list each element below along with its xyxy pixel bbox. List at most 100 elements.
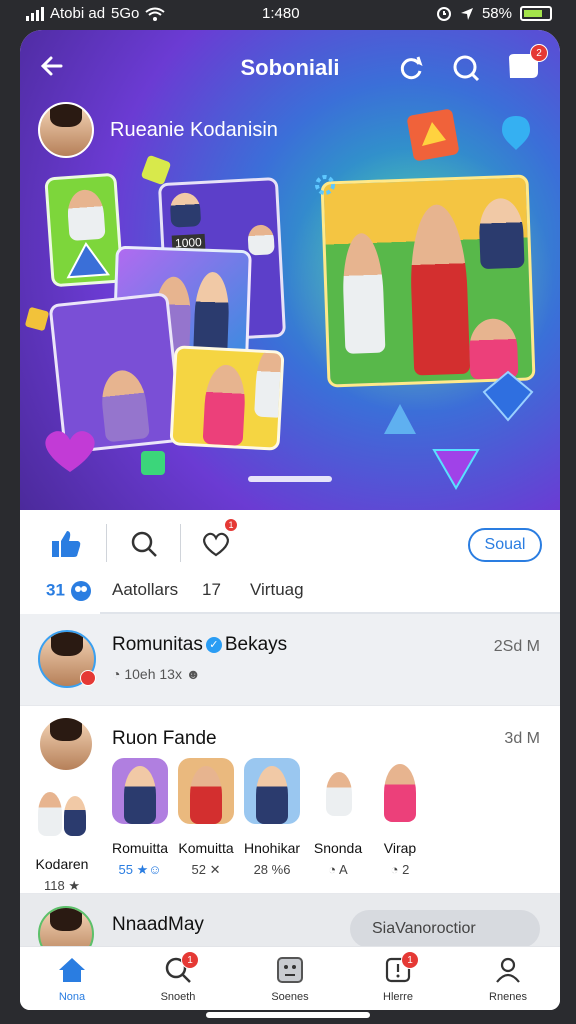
scenes-icon (275, 955, 305, 985)
avatar-badge-icon (80, 670, 96, 686)
prism-icon (432, 449, 480, 490)
story-stat: 55 ★☺ (118, 862, 162, 877)
nav-alerts-label: Hlerre (383, 991, 413, 1003)
story-person (256, 766, 289, 824)
story-thumb (178, 758, 234, 824)
back-button[interactable] (36, 50, 68, 82)
story-item[interactable]: Snonda ◔ A (310, 758, 366, 877)
action-pill-button[interactable]: SiaVanoroctior (350, 910, 540, 948)
app-title: Soboniali (240, 55, 340, 80)
carousel-indicator[interactable] (248, 476, 332, 482)
tab-count[interactable]: 31 (46, 580, 92, 602)
nav-profile-label: Rnenes (489, 991, 527, 1003)
collage-person (98, 368, 150, 443)
small-cube-icon (25, 307, 49, 331)
battery-icon (520, 6, 552, 21)
wifi-icon (145, 7, 166, 21)
story-stat: 52 ✕ (191, 862, 221, 877)
divider (106, 524, 107, 562)
battery-percent: 58% (481, 5, 512, 22)
story-stat-value: A (339, 862, 348, 877)
row-title-extra: Bekays (224, 634, 288, 655)
social-button[interactable]: Soual (468, 528, 542, 562)
story-stat-value: 52 (191, 862, 206, 877)
nav-search[interactable]: 1 Snoeth (138, 951, 218, 1003)
story-name: Komuitta (178, 840, 234, 856)
story-name: Kodaren (35, 856, 89, 872)
collage-person (247, 224, 275, 256)
collage-card-sports[interactable] (320, 174, 536, 388)
story-stat-value: 2 (402, 862, 410, 877)
story-item[interactable]: Komuitta 52 ✕ (178, 758, 234, 878)
search-icon: 1 (163, 951, 199, 985)
tab-aatollars[interactable]: Aatollars (112, 580, 178, 600)
nav-search-badge: 1 (181, 951, 199, 969)
clock-icon: ◔ (112, 666, 121, 682)
story-person (326, 772, 352, 816)
feed-row[interactable]: Romunitas ✓ Bekays ◔ 10eh 13x ☻ 2Sd M (20, 614, 560, 706)
cube-icon (407, 109, 459, 161)
like-button[interactable] (46, 524, 86, 564)
collage-card-yellow[interactable] (169, 345, 285, 451)
bottom-nav: Nona 1 Snoeth Soenes 1 Hlerre Rnenes (20, 946, 560, 1010)
location-icon (460, 7, 473, 20)
nav-alerts[interactable]: 1 Hlerre (358, 951, 438, 1003)
story-item[interactable]: Romuitta 55 ★☺ (112, 758, 168, 878)
home-indicator[interactable] (206, 1012, 370, 1018)
collage-card-green[interactable] (44, 172, 124, 288)
status-bar: Atobi ad 5Go 1:480 58% (0, 0, 576, 28)
refresh-icon (400, 56, 423, 80)
story-stat-value: 55 (118, 862, 133, 877)
gear-icon (315, 175, 335, 195)
story-name: Hnohikar (244, 840, 301, 856)
tab-virtuag[interactable]: Virtuag (250, 580, 304, 600)
pyramid-icon (384, 404, 416, 434)
clock: 1:480 (262, 5, 300, 22)
story-person (64, 796, 86, 836)
nav-profile[interactable]: Rnenes (468, 955, 548, 1003)
story-person (38, 792, 62, 836)
search-action-button[interactable] (124, 524, 164, 564)
row-subtitle: ◔ 10eh 13x ☻ (112, 666, 201, 682)
story-stat-value: 118 (43, 878, 65, 893)
row-avatar (38, 716, 94, 772)
nav-alerts-badge: 1 (401, 951, 419, 969)
nav-search-label: Snoeth (160, 991, 196, 1003)
triangle-icon (66, 242, 111, 279)
nav-scenes-label: Soenes (271, 991, 309, 1003)
story-item[interactable]: Hnohikar 28 %6 (244, 758, 300, 877)
heart-badge: 1 (224, 518, 238, 532)
collage-person (202, 363, 247, 446)
app-screen: Soboniali 2 Rueanie Kodanisin 1000 1 Sou… (20, 30, 560, 1010)
nav-scenes[interactable]: Soenes (250, 955, 330, 1003)
diamond-icon (482, 370, 534, 422)
tab-count-value: 31 (46, 580, 65, 600)
sparkle-icon (141, 155, 171, 185)
story-person (384, 764, 416, 822)
story-person (124, 766, 157, 824)
story-item[interactable]: Kodaren 118 ★ (34, 786, 90, 894)
collage-person (66, 188, 106, 242)
search-icon (453, 55, 480, 82)
refresh-button[interactable] (396, 52, 428, 84)
alarm-icon (436, 6, 451, 21)
story-thumb (310, 758, 366, 824)
shield-icon (502, 116, 530, 150)
nav-home[interactable]: Nona (32, 955, 112, 1003)
favorite-button[interactable]: 1 (196, 518, 238, 564)
status-left: Atobi ad 5Go (26, 5, 166, 22)
story-item[interactable]: Virap ◔ 2 (372, 758, 428, 877)
profile-name: Rueanie Kodanisin (110, 118, 278, 141)
story-name: Snonda (313, 840, 363, 856)
collage-person (254, 346, 285, 419)
hero-banner: Soboniali 2 Rueanie Kodanisin 1000 (20, 30, 560, 510)
profile-icon (493, 955, 523, 985)
alerts-icon: 1 (383, 951, 419, 985)
block-icon (141, 451, 165, 475)
story-thumb (244, 758, 301, 824)
feed-row-stories[interactable]: Ruon Fande 3d M Kodaren 118 ★ Romuitta 5… (20, 706, 560, 894)
tab-number[interactable]: 17 (202, 580, 221, 600)
messages-button[interactable]: 2 (504, 44, 548, 84)
collage-person (341, 232, 386, 354)
search-button[interactable] (450, 52, 482, 84)
